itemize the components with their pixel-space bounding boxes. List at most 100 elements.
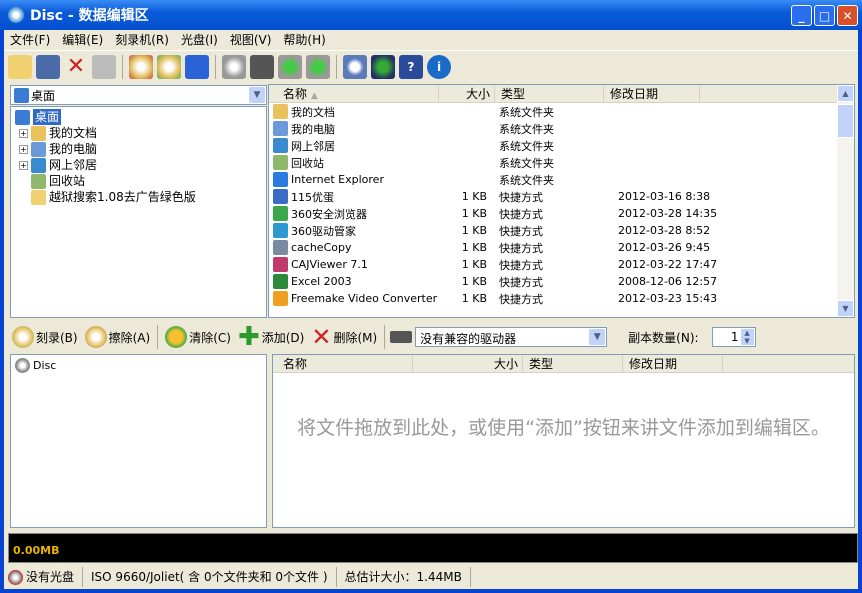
- file-icon: [273, 104, 288, 119]
- file-row[interactable]: Excel 2003 1 KB 快捷方式 2008-12-06 12:57: [269, 273, 854, 290]
- tree-item-network[interactable]: + 网上邻居: [15, 157, 266, 173]
- file-type: 快捷方式: [499, 241, 543, 255]
- file-type: 系统文件夹: [499, 156, 554, 170]
- chevron-down-icon[interactable]: ▼: [249, 87, 265, 103]
- menu-bar: 文件(F) 编辑(E) 刻录机(R) 光盘(I) 视图(V) 帮助(H): [4, 30, 332, 49]
- menu-view[interactable]: 视图(V): [224, 31, 278, 48]
- tree-item-recycle-bin[interactable]: 回收站: [15, 173, 266, 189]
- chevron-down-icon[interactable]: ▼: [589, 329, 606, 345]
- location-combo[interactable]: 桌面 ▼: [10, 85, 267, 105]
- info-icon[interactable]: i: [427, 54, 451, 79]
- file-row[interactable]: cacheCopy 1 KB 快捷方式 2012-03-26 9:45: [269, 239, 854, 256]
- drive-icon: [390, 331, 413, 343]
- file-icon: [273, 257, 288, 272]
- menu-edit[interactable]: 编辑(E): [56, 31, 109, 48]
- file-date: 2012-03-28 8:52: [618, 224, 711, 237]
- tree-item-folder[interactable]: 越狱搜索1.08去广告绿色版: [15, 189, 266, 205]
- tree-item-my-computer[interactable]: + 我的电脑: [15, 141, 266, 157]
- print-icon[interactable]: [92, 54, 116, 79]
- file-row[interactable]: 115优蛋 1 KB 快捷方式 2012-03-16 8:38: [269, 188, 854, 205]
- file-icon: [273, 274, 288, 289]
- column-type[interactable]: 类型: [523, 355, 623, 372]
- file-row[interactable]: Freemake Video Converter 1 KB 快捷方式 2012-03-…: [269, 290, 854, 307]
- expand-icon[interactable]: +: [19, 128, 28, 138]
- scroll-down-icon[interactable]: ▼: [837, 300, 854, 317]
- delete-icon[interactable]: ✕: [64, 54, 88, 79]
- settings-gear-icon[interactable]: [343, 54, 367, 79]
- expand-icon[interactable]: +: [19, 160, 28, 170]
- disc-upload-icon[interactable]: [306, 54, 330, 79]
- tree-item-my-documents[interactable]: + 我的文档: [15, 125, 266, 141]
- file-name: 我的电脑: [291, 122, 335, 136]
- drop-hint: 将文件拖放到此处，或使用“添加”按钮来讲文件添加到编辑区。: [297, 417, 830, 439]
- delete-x-icon: ✕: [311, 323, 332, 351]
- file-name: cacheCopy: [291, 241, 352, 254]
- column-name[interactable]: 名称: [273, 355, 413, 372]
- clear-button[interactable]: 清除(C): [163, 326, 233, 348]
- clear-icon: [165, 326, 188, 348]
- new-folder-icon[interactable]: [8, 54, 32, 79]
- status-bar: 没有光盘 ISO 9660/Joliet( 含 0个文件夹和 0个文件 ) 总估…: [4, 566, 858, 588]
- file-row[interactable]: 回收站 系统文件夹: [269, 154, 854, 171]
- file-name: Internet Explorer: [291, 173, 384, 186]
- minimize-window-icon[interactable]: [185, 54, 209, 79]
- capacity-bar: 0.00MB: [8, 533, 858, 563]
- file-type: 系统文件夹: [499, 122, 554, 136]
- status-filesystem: ISO 9660/Joliet( 含 0个文件夹和 0个文件 ): [83, 567, 337, 587]
- minimize-button[interactable]: _: [791, 5, 812, 26]
- column-name[interactable]: 名称 ▲: [269, 85, 439, 102]
- spinner-icon[interactable]: ▲ ▼: [740, 329, 754, 345]
- file-row[interactable]: Internet Explorer 系统文件夹: [269, 171, 854, 188]
- drive-select[interactable]: 没有兼容的驱动器 ▼: [415, 327, 608, 347]
- file-row[interactable]: 360驱动管家 1 KB 快捷方式 2012-03-28 8:52: [269, 222, 854, 239]
- tree-item-desktop[interactable]: 桌面: [15, 109, 266, 125]
- file-type: 快捷方式: [499, 207, 543, 221]
- file-row[interactable]: 我的文档 系统文件夹: [269, 103, 854, 120]
- status-size: 总估计大小：1.44MB: [337, 567, 471, 587]
- save-icon[interactable]: [36, 54, 60, 79]
- column-date[interactable]: 修改日期: [623, 355, 723, 372]
- expand-icon[interactable]: +: [19, 144, 28, 154]
- burn-cancel-icon[interactable]: [129, 54, 153, 79]
- file-row[interactable]: 360安全浏览器 1 KB 快捷方式 2012-03-28 14:35: [269, 205, 854, 222]
- disc-root[interactable]: Disc: [15, 358, 262, 373]
- copies-stepper[interactable]: 1 ▲ ▼: [711, 327, 756, 347]
- status-disc: 没有光盘: [4, 567, 84, 587]
- column-size[interactable]: 大小: [439, 85, 495, 102]
- close-button[interactable]: ✕: [837, 5, 858, 26]
- capacity-used: 0.00MB: [13, 544, 60, 557]
- file-icon: [273, 223, 288, 238]
- file-row[interactable]: CAJViewer 7.1 1 KB 快捷方式 2012-03-22 17:47: [269, 256, 854, 273]
- add-button[interactable]: ✚ 添加(D): [236, 324, 306, 350]
- disc-file-list: 名称 大小 类型 修改日期 将文件拖放到此处，或使用“添加”按钮来讲文件添加到编…: [272, 354, 855, 528]
- disc-download-icon[interactable]: [278, 54, 302, 79]
- menu-help[interactable]: 帮助(H): [277, 31, 331, 48]
- copies-label: 副本数量(N):: [628, 330, 699, 345]
- erase-button[interactable]: 擦除(A): [83, 326, 153, 348]
- help-icon[interactable]: ?: [399, 54, 423, 79]
- file-type: 系统文件夹: [499, 139, 554, 153]
- column-type[interactable]: 类型: [495, 85, 604, 102]
- file-row[interactable]: 我的电脑 系统文件夹: [269, 120, 854, 137]
- vertical-scrollbar[interactable]: ▲ ▼: [837, 85, 854, 317]
- maximize-button[interactable]: □: [814, 5, 835, 26]
- column-date[interactable]: 修改日期: [604, 85, 700, 102]
- drive-info-icon[interactable]: [250, 54, 274, 79]
- menu-disc[interactable]: 光盘(I): [175, 31, 224, 48]
- file-row[interactable]: 网上邻居 系统文件夹: [269, 137, 854, 154]
- file-name: 网上邻居: [291, 139, 335, 153]
- scroll-thumb[interactable]: [837, 104, 854, 138]
- menu-recorder[interactable]: 刻录机(R): [109, 31, 175, 48]
- burn-button[interactable]: 刻录(B): [10, 326, 80, 348]
- file-date: 2008-12-06 12:57: [618, 275, 718, 288]
- web-globe-icon[interactable]: [371, 54, 395, 79]
- disc-list-header: 名称 大小 类型 修改日期: [273, 355, 854, 373]
- disc-info-icon[interactable]: [222, 54, 246, 79]
- delete-button[interactable]: ✕ 删除(M): [309, 323, 379, 351]
- burn-check-icon[interactable]: [157, 54, 181, 79]
- scroll-up-icon[interactable]: ▲: [837, 85, 854, 102]
- menu-file[interactable]: 文件(F): [4, 31, 56, 48]
- file-size: 1 KB: [461, 275, 487, 288]
- file-icon: [273, 291, 288, 306]
- column-size[interactable]: 大小: [413, 355, 523, 372]
